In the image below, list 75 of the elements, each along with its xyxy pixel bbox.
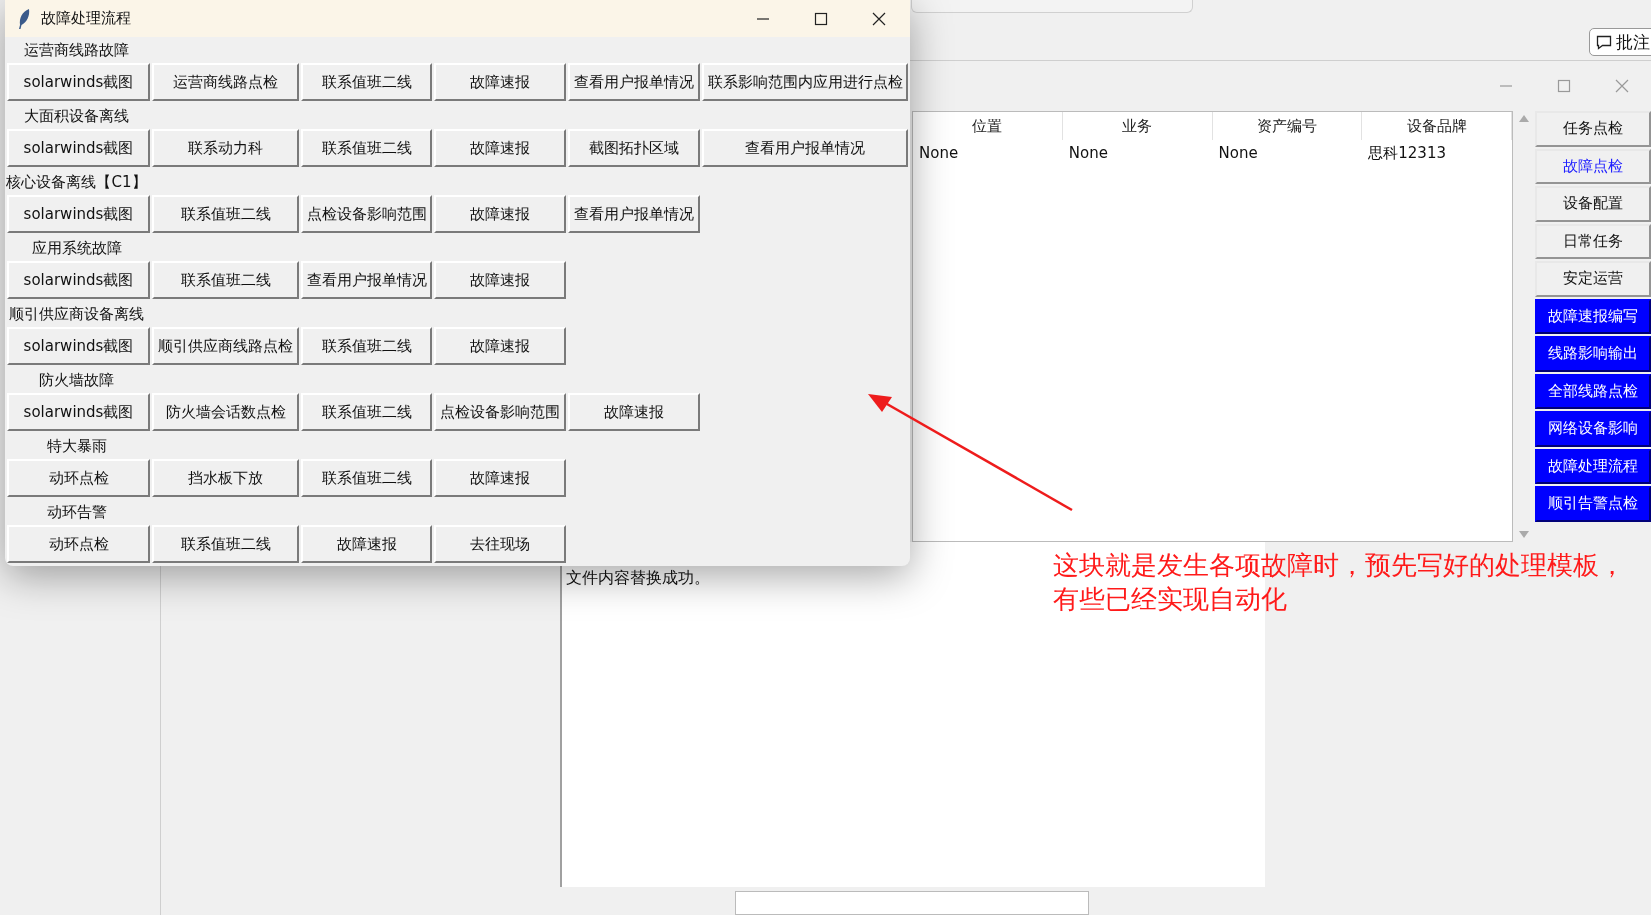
side-button[interactable]: 日常任务 [1535, 223, 1651, 259]
column-header[interactable]: 资产编号 [1212, 112, 1363, 140]
side-button[interactable]: 线路影响输出 [1535, 336, 1651, 372]
action-button[interactable]: 联系动力科 [152, 129, 299, 167]
annotation-text: 这块就是发生各项故障时，预先写好的处理模板，有些已经实现自动化 [1053, 549, 1626, 616]
section-label: 核心设备离线【C1】 [5, 172, 148, 192]
window-title: 故障处理流程 [41, 9, 132, 28]
action-button[interactable]: 联系值班二线 [152, 195, 299, 233]
scroll-down-icon[interactable] [1519, 531, 1529, 538]
action-button[interactable]: solarwinds截图 [7, 63, 150, 101]
action-button[interactable]: 截图拓扑区域 [568, 129, 700, 167]
action-button[interactable]: solarwinds截图 [7, 261, 150, 299]
action-button[interactable]: 查看用户报单情况 [568, 195, 700, 233]
action-button[interactable]: 故障速报 [434, 195, 566, 233]
action-button[interactable]: 故障速报 [434, 129, 566, 167]
action-button[interactable]: 防火墙会话数点检 [152, 393, 299, 431]
action-button[interactable]: 联系值班二线 [301, 393, 432, 431]
action-button[interactable]: 联系值班二线 [301, 63, 432, 101]
action-button[interactable]: 动环点检 [7, 459, 150, 497]
section-label: 顺引供应商设备离线 [8, 304, 145, 324]
table-cell-text: None [1217, 143, 1259, 164]
column-header[interactable]: 位置 [913, 112, 1063, 140]
action-button[interactable]: 联系值班二线 [152, 525, 299, 563]
action-button[interactable]: 故障速报 [568, 393, 700, 431]
section-label: 动环告警 [45, 502, 108, 522]
side-button[interactable]: 网络设备影响 [1535, 411, 1651, 447]
section-label: 应用系统故障 [30, 238, 123, 258]
scroll-up-icon[interactable] [1519, 115, 1529, 122]
maximize-icon[interactable] [814, 11, 828, 26]
section-label: 大面积设备离线 [23, 106, 130, 126]
action-button[interactable]: 点检设备影响范围 [301, 195, 432, 233]
section-label: 特大暴雨 [45, 436, 108, 456]
section-label: 运营商线路故障 [23, 40, 130, 60]
action-button[interactable]: 查看用户报单情况 [301, 261, 432, 299]
table-cell-text: 思科12313 [1367, 143, 1447, 164]
action-button[interactable]: 运营商线路点检 [152, 63, 299, 101]
action-button[interactable]: 联系值班二线 [301, 327, 432, 365]
action-button[interactable]: 查看用户报单情况 [702, 129, 908, 167]
side-button[interactable]: 设备配置 [1535, 186, 1651, 222]
side-button[interactable]: 全部线路点检 [1535, 373, 1651, 409]
column-header[interactable]: 设备品牌 [1362, 112, 1512, 140]
action-button[interactable]: 动环点检 [7, 525, 150, 563]
action-button[interactable]: solarwinds截图 [7, 327, 150, 365]
action-button[interactable]: 故障速报 [434, 327, 566, 365]
action-button[interactable]: 挡水板下放 [152, 459, 299, 497]
side-button[interactable]: 任务点检 [1535, 111, 1651, 147]
action-button[interactable]: 故障速报 [434, 261, 566, 299]
action-button[interactable]: 联系影响范围内应用进行点检 [702, 63, 908, 101]
side-button[interactable]: 顺引告警点检 [1535, 486, 1651, 522]
action-button[interactable]: solarwinds截图 [7, 195, 150, 233]
feather-icon [17, 7, 31, 30]
input-field[interactable] [735, 891, 1089, 915]
action-button[interactable]: 联系值班二线 [301, 459, 432, 497]
action-button[interactable]: 故障速报 [434, 459, 566, 497]
table-cell-text: None [918, 143, 960, 164]
action-button[interactable]: 故障速报 [434, 63, 566, 101]
side-button[interactable]: 故障速报编写 [1535, 298, 1651, 334]
action-button[interactable]: 故障速报 [301, 525, 432, 563]
close-icon[interactable] [872, 11, 886, 26]
action-button[interactable]: 联系值班二线 [301, 129, 432, 167]
action-button[interactable]: solarwinds截图 [7, 129, 150, 167]
side-button[interactable]: 故障点检 [1535, 148, 1651, 184]
action-button[interactable]: 查看用户报单情况 [568, 63, 700, 101]
action-button[interactable]: 去往现场 [434, 525, 566, 563]
side-button[interactable]: 安定运营 [1535, 261, 1651, 297]
section-label: 防火墙故障 [38, 370, 115, 390]
action-button[interactable]: 顺引供应商线路点检 [152, 327, 299, 365]
comment-icon [1596, 34, 1612, 50]
side-button[interactable]: 故障处理流程 [1535, 448, 1651, 484]
action-button[interactable]: 联系值班二线 [152, 261, 299, 299]
action-button[interactable]: solarwinds截图 [7, 393, 150, 431]
comment-button[interactable]: 批注 [1589, 28, 1651, 56]
action-button[interactable]: 点检设备影响范围 [434, 393, 566, 431]
column-header[interactable]: 业务 [1062, 112, 1213, 140]
table-cell-text: None [1067, 143, 1109, 164]
